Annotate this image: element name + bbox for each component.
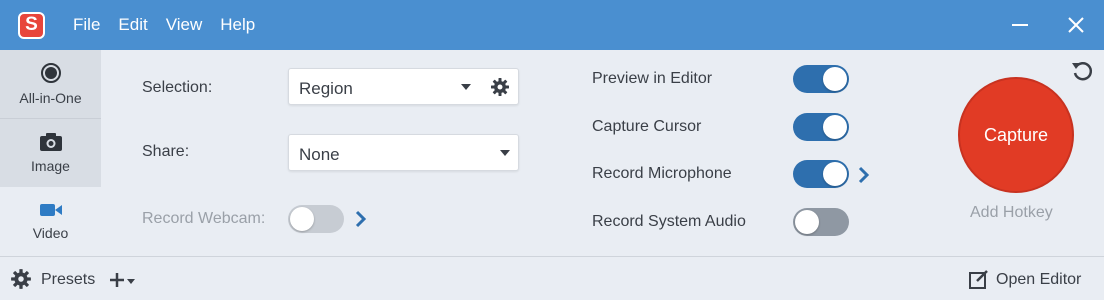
open-editor-icon[interactable]	[968, 269, 990, 291]
capture-cursor-toggle[interactable]	[793, 113, 849, 141]
record-system-audio-label: Record System Audio	[592, 213, 746, 230]
share-dropdown[interactable]: None	[288, 134, 519, 171]
record-webcam-label: Record Webcam:	[142, 210, 266, 227]
presets-button[interactable]: Presets	[41, 271, 95, 289]
add-hotkey-link[interactable]: Add Hotkey	[970, 204, 1053, 222]
camera-icon	[39, 133, 62, 151]
chevron-right-icon[interactable]	[353, 210, 369, 228]
reset-icon[interactable]	[1070, 58, 1096, 84]
minimize-icon	[1012, 24, 1028, 26]
nav-item-label: Image	[31, 158, 70, 174]
toggle-knob	[290, 207, 314, 231]
nav-item-image[interactable]: Image	[0, 119, 101, 187]
record-microphone-label: Record Microphone	[592, 165, 732, 182]
open-editor-button[interactable]: Open Editor	[996, 271, 1081, 289]
menu-bar: File Edit View Help	[73, 0, 273, 50]
record-microphone-toggle[interactable]	[793, 160, 849, 188]
menu-view[interactable]: View	[166, 15, 203, 35]
preview-in-editor-label: Preview in Editor	[592, 70, 713, 87]
presets-gear-icon[interactable]	[10, 268, 32, 290]
toggle-knob	[823, 67, 847, 91]
toggle-knob	[795, 210, 819, 234]
title-bar: S File Edit View Help	[0, 0, 1104, 50]
selection-value: Region	[299, 79, 353, 98]
nav-item-label: All-in-One	[19, 90, 82, 106]
close-icon	[1068, 17, 1084, 33]
chevron-down-icon	[461, 84, 471, 90]
chevron-right-icon[interactable]	[856, 166, 872, 184]
share-value: None	[299, 145, 340, 164]
menu-file[interactable]: File	[73, 15, 100, 35]
toggle-knob	[823, 162, 847, 186]
capture-button[interactable]: Capture	[958, 77, 1074, 193]
capture-cursor-label: Capture Cursor	[592, 118, 702, 135]
gear-icon[interactable]	[490, 77, 510, 97]
app-logo: S	[18, 12, 45, 39]
capture-mode-nav: All-in-One Image Video	[0, 50, 101, 256]
bottom-bar: Presets Open Editor	[0, 256, 1104, 300]
add-preset-icon[interactable]	[108, 271, 138, 289]
toggle-knob	[823, 115, 847, 139]
minimize-button[interactable]	[1008, 13, 1032, 37]
selection-label: Selection:	[142, 79, 213, 96]
menu-help[interactable]: Help	[220, 15, 255, 35]
nav-item-all-in-one[interactable]: All-in-One	[0, 50, 101, 118]
video-camera-icon	[39, 204, 62, 216]
menu-edit[interactable]: Edit	[118, 15, 147, 35]
close-button[interactable]	[1064, 13, 1088, 37]
nav-item-video[interactable]: Video	[0, 187, 101, 255]
preview-in-editor-toggle[interactable]	[793, 65, 849, 93]
record-system-audio-toggle[interactable]	[793, 208, 849, 236]
record-webcam-toggle[interactable]	[288, 205, 344, 233]
chevron-down-icon	[500, 150, 510, 156]
share-label: Share:	[142, 143, 190, 160]
nav-item-label: Video	[32, 225, 69, 241]
record-circle-icon	[40, 63, 61, 83]
selection-dropdown[interactable]: Region	[288, 68, 519, 105]
